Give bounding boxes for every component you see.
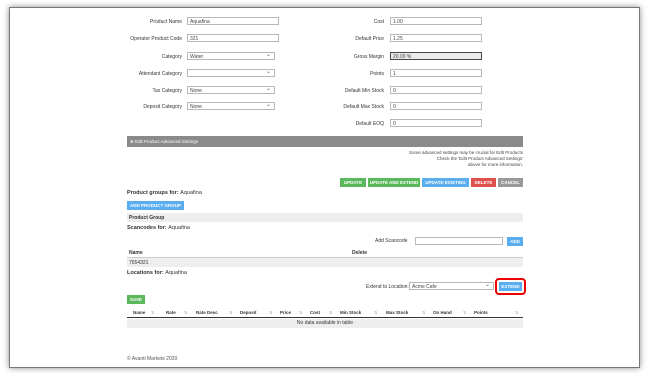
product-groups-title: Product groups for: Aquafina xyxy=(127,190,202,196)
add-product-group-button[interactable]: ADD PRODUCT GROUP xyxy=(127,201,184,210)
scancodes-header: Name Delete xyxy=(127,248,523,258)
table-row: 7654321 xyxy=(127,258,523,267)
cancel-button[interactable]: CANCEL xyxy=(498,178,523,187)
add-scancode-label: Add Scancode xyxy=(375,238,408,244)
attendant-category-select[interactable] xyxy=(187,68,275,77)
default-max-stock-label: Default Max Stock xyxy=(343,104,384,110)
scancode-delete-column: Delete xyxy=(352,250,368,256)
column-header[interactable]: Price xyxy=(280,310,291,315)
sort-icon: ⇅ xyxy=(229,310,233,315)
extend-location-select[interactable]: Acme Cafe xyxy=(409,281,494,290)
default-min-stock-input[interactable]: 0 xyxy=(390,86,482,94)
product-group-column: Product Group xyxy=(129,215,165,221)
sort-icon: ⇅ xyxy=(184,310,188,315)
tax-category-select[interactable]: None xyxy=(187,85,275,94)
gross-margin-label: Gross Margin xyxy=(353,54,384,60)
product-group-header: Product Group xyxy=(127,213,523,222)
scancode-value: 7654321 xyxy=(129,260,149,266)
tax-category-label: Tax Category xyxy=(152,88,182,94)
app-window: Product Name Aquafina Operator Product C… xyxy=(9,7,640,368)
column-header[interactable]: Deposit xyxy=(240,310,257,315)
locations-title: Locations for: Aquafina xyxy=(127,270,187,276)
highlight-annotation xyxy=(495,278,526,295)
sort-icon: ⇅ xyxy=(269,310,273,315)
cost-input[interactable]: 1.00 xyxy=(390,17,482,25)
column-header[interactable]: Cost xyxy=(310,310,320,315)
update-existing-button[interactable]: UPDATE EXISTING xyxy=(422,178,469,187)
default-eoq-label: Default EOQ xyxy=(355,121,384,127)
sort-icon: ⇅ xyxy=(329,310,333,315)
add-scancode-button[interactable]: ADD xyxy=(507,237,523,246)
column-header[interactable]: Rate Desc xyxy=(196,310,218,315)
column-header[interactable]: Points xyxy=(474,310,488,315)
product-name-input[interactable]: Aquafina xyxy=(187,17,279,25)
points-input[interactable]: 1 xyxy=(390,69,482,77)
footer-copyright: © Avanti Markets 2020 xyxy=(127,356,178,362)
attendant-category-label: Attendant Category xyxy=(138,71,182,77)
add-scancode-input[interactable] xyxy=(415,237,503,245)
column-header[interactable]: Rate xyxy=(166,310,176,315)
points-label: Points xyxy=(370,71,384,77)
advanced-settings-label: Edit Product Advanced Settings xyxy=(135,139,199,144)
advanced-note-line3: above for more information. xyxy=(467,162,523,167)
sort-icon: ⇅ xyxy=(422,310,426,315)
locations-table-header: Name Rate Rate Desc Deposit Price Cost M… xyxy=(127,307,523,318)
save-button[interactable]: SAVE xyxy=(127,295,145,304)
default-price-label: Default Price xyxy=(355,36,384,42)
gross-margin-field: 20.00 % xyxy=(390,52,482,60)
sort-icon: ⇅ xyxy=(151,310,155,315)
category-label: Category xyxy=(161,54,182,60)
product-name-label: Product Name xyxy=(150,19,182,25)
category-select[interactable]: Water xyxy=(187,51,275,60)
sort-icon: ⇅ xyxy=(374,310,378,315)
sort-icon: ⇅ xyxy=(515,310,519,315)
column-header[interactable]: On Hand xyxy=(433,310,452,315)
empty-table-message: No data available in table xyxy=(127,319,523,328)
extend-to-location-label: Extend to Location: xyxy=(366,284,409,290)
operator-code-label: Operator Product Code xyxy=(130,36,182,42)
plus-icon: ⊕ xyxy=(130,139,134,144)
delete-button[interactable]: DELETE xyxy=(471,178,496,187)
default-price-input[interactable]: 1.25 xyxy=(390,34,482,42)
sort-icon: ⇅ xyxy=(299,310,303,315)
default-max-stock-input[interactable]: 0 xyxy=(390,102,482,110)
advanced-settings-bar[interactable]: ⊕ Edit Product Advanced Settings xyxy=(127,136,523,147)
column-header[interactable]: Name xyxy=(133,310,145,315)
default-min-stock-label: Default Min Stock xyxy=(344,88,384,94)
column-header[interactable]: Min Stock xyxy=(340,310,361,315)
sort-icon: ⇅ xyxy=(463,310,467,315)
update-and-extend-button[interactable]: UPDATE AND EXTEND xyxy=(368,178,420,187)
advanced-note: Some advanced settings may be crucial fo… xyxy=(310,150,523,168)
deposit-category-select[interactable]: None xyxy=(187,101,275,110)
cost-label: Cost xyxy=(373,19,384,25)
scancodes-title: Scancodes for: Aquafina xyxy=(127,225,190,231)
column-header[interactable]: Max Stock xyxy=(386,310,408,315)
default-eoq-input[interactable]: 0 xyxy=(390,119,482,127)
scancode-name-column: Name xyxy=(129,250,143,256)
update-button[interactable]: UPDATE xyxy=(340,178,366,187)
deposit-category-label: Deposit Category xyxy=(143,104,182,110)
operator-code-input[interactable]: 321 xyxy=(187,34,279,42)
